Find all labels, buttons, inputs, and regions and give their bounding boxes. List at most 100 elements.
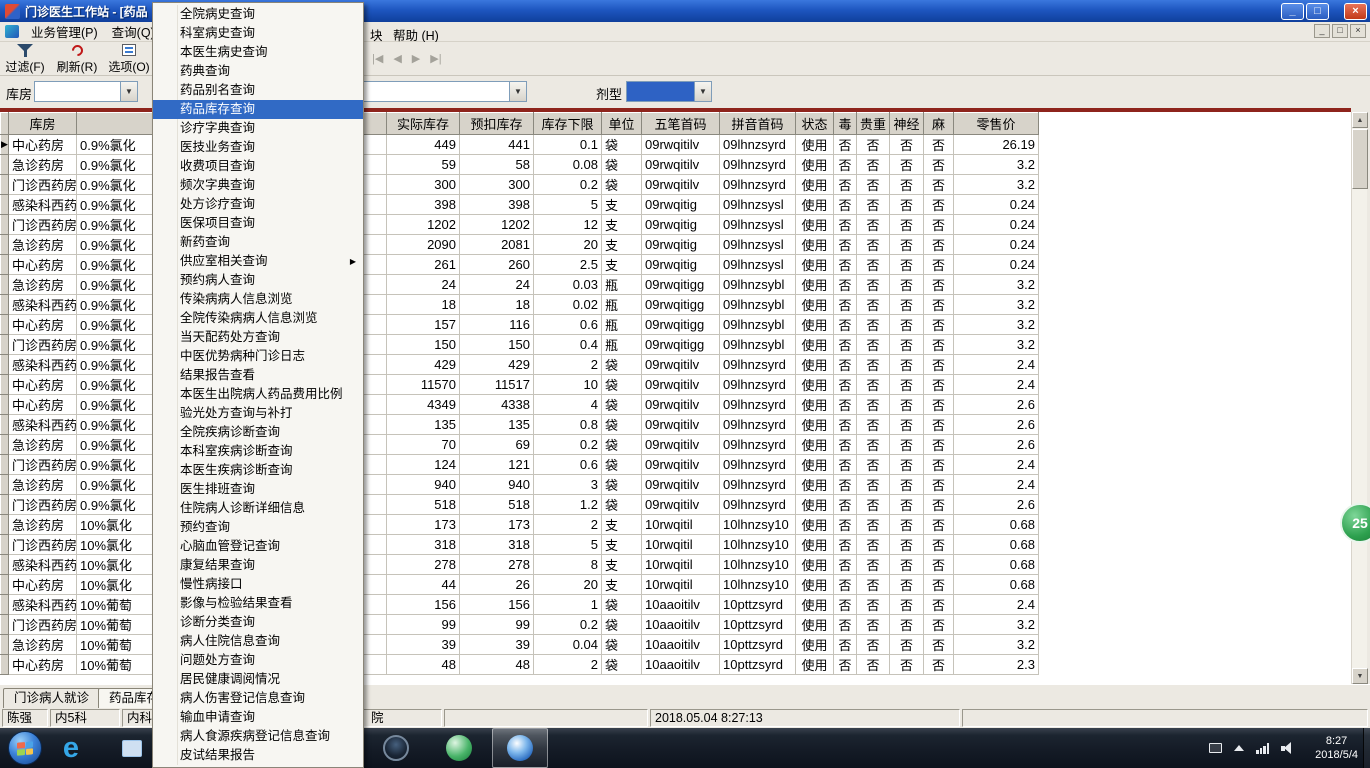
nav-last-icon[interactable]: ▶|: [430, 52, 441, 65]
scroll-up-icon[interactable]: ▲: [1352, 112, 1368, 128]
query-menu-item[interactable]: 居民健康调阅情况: [153, 670, 363, 689]
show-desktop-button[interactable]: [1363, 728, 1370, 768]
taskbar-app-button-3[interactable]: [436, 728, 482, 768]
column-header[interactable]: 贵重: [856, 112, 890, 135]
query-menu-item[interactable]: 传染病病人信息浏览: [153, 290, 363, 309]
query-menu-item[interactable]: 输血申请查询: [153, 708, 363, 727]
query-menu-item[interactable]: 医生排班查询: [153, 480, 363, 499]
mdi-minimize-button[interactable]: _: [1314, 24, 1330, 38]
column-header-blank[interactable]: [0, 112, 9, 135]
query-menu-item[interactable]: 收费项目查询: [153, 157, 363, 176]
nav-next-icon[interactable]: ▶: [412, 52, 420, 65]
query-menu-item[interactable]: 科室病史查询: [153, 24, 363, 43]
column-header[interactable]: 麻: [923, 112, 954, 135]
query-menu-item[interactable]: 供应室相关查询 ▶: [153, 252, 363, 271]
column-header[interactable]: 零售价: [953, 112, 1039, 135]
cell: 09lhnzsybl: [719, 294, 796, 315]
column-header[interactable]: 库房: [8, 112, 77, 135]
query-menu-item[interactable]: 皮试结果报告: [153, 746, 363, 765]
column-header[interactable]: 实际库存: [386, 112, 460, 135]
filter-button[interactable]: 过滤(F): [0, 43, 50, 75]
minimize-button[interactable]: _: [1281, 2, 1304, 20]
chevron-down-icon[interactable]: ▼: [694, 82, 711, 101]
nav-first-icon[interactable]: |◀: [372, 52, 383, 65]
query-menu-item[interactable]: 本医生出院病人药品费用比例: [153, 385, 363, 404]
start-button[interactable]: [8, 731, 42, 765]
query-menu-item[interactable]: 本科室疾病诊断查询: [153, 442, 363, 461]
network-icon[interactable]: [1256, 742, 1269, 754]
query-menu-item[interactable]: 处方诊疗查询: [153, 195, 363, 214]
dosage-form-combobox[interactable]: ▼: [626, 81, 712, 102]
refresh-button[interactable]: 刷新(R): [52, 42, 102, 75]
column-header[interactable]: 拼音首码: [719, 112, 796, 135]
cell: 150: [386, 334, 460, 355]
cell: 09lhnzsyrd: [719, 374, 796, 395]
query-menu-item[interactable]: 预约病人查询: [153, 271, 363, 290]
volume-icon[interactable]: [1281, 742, 1294, 754]
chevron-down-icon[interactable]: ▼: [509, 82, 526, 101]
query-menu-item[interactable]: 康复结果查询: [153, 556, 363, 575]
taskbar-app-button-active[interactable]: [492, 728, 548, 768]
query-menu-item[interactable]: 药品别名查询: [153, 81, 363, 100]
taskbar-clock[interactable]: 8:27 2018/5/4: [1315, 734, 1358, 762]
query-menu-item[interactable]: 影像与检验结果查看: [153, 594, 363, 613]
query-menu-item[interactable]: 医保项目查询: [153, 214, 363, 233]
query-menu-item[interactable]: 心脑血管登记查询: [153, 537, 363, 556]
restore-button[interactable]: □: [1306, 2, 1329, 20]
query-menu-item[interactable]: 本医生疾病诊断查询: [153, 461, 363, 480]
cell: 0.68: [953, 574, 1039, 595]
query-menu-item[interactable]: 药品库存查询: [153, 100, 363, 119]
column-header[interactable]: 状态: [795, 112, 834, 135]
query-menu-item[interactable]: 预约查询: [153, 518, 363, 537]
scrollbar-thumb[interactable]: [1352, 129, 1368, 189]
query-menu-item[interactable]: 诊断分类查询: [153, 613, 363, 632]
cell: 260: [459, 254, 534, 275]
query-menu-item[interactable]: 病人住院信息查询: [153, 632, 363, 651]
query-menu-item[interactable]: 结果报告查看: [153, 366, 363, 385]
cell: 否: [923, 434, 954, 455]
column-header[interactable]: 库存下限: [533, 112, 602, 135]
column-header[interactable]: 单位: [601, 112, 642, 135]
monitor-tray-icon[interactable]: [1209, 743, 1222, 753]
query-menu-item[interactable]: 全院病史查询: [153, 5, 363, 24]
column-header[interactable]: 五笔首码: [641, 112, 720, 135]
mdi-close-button[interactable]: ×: [1350, 24, 1366, 38]
chevron-down-icon[interactable]: ▼: [120, 82, 137, 101]
cell: 2.4: [953, 374, 1039, 395]
query-menu-item[interactable]: 慢性病接口: [153, 575, 363, 594]
cell: 1.2: [533, 494, 602, 515]
vertical-scrollbar[interactable]: ▲ ▼: [1351, 112, 1368, 684]
menu-business[interactable]: 业务管理(P): [24, 20, 105, 43]
warehouse-combobox[interactable]: ▼: [34, 81, 138, 102]
query-menu-item[interactable]: 当天配药处方查询: [153, 328, 363, 347]
taskbar-browser-button[interactable]: e: [50, 728, 92, 768]
taskbar-app-button-2[interactable]: [368, 728, 424, 768]
close-button[interactable]: ×: [1344, 2, 1367, 20]
nav-prev-icon[interactable]: ◀: [393, 52, 401, 65]
options-button[interactable]: 选项(O): [104, 43, 154, 75]
column-header[interactable]: 预扣库存: [459, 112, 534, 135]
query-menu-item[interactable]: 频次字典查询: [153, 176, 363, 195]
row-selector: [0, 334, 9, 355]
query-menu-item[interactable]: 病人食源疾病登记信息查询: [153, 727, 363, 746]
query-menu-item[interactable]: 验光处方查询与补打: [153, 404, 363, 423]
query-menu-item[interactable]: 全院疾病诊断查询: [153, 423, 363, 442]
query-menu-item[interactable]: 中医优势病种门诊日志: [153, 347, 363, 366]
tab-outpatient-visit[interactable]: 门诊病人就诊: [3, 688, 101, 708]
query-menu-item[interactable]: 住院病人诊断详细信息: [153, 499, 363, 518]
query-menu-item[interactable]: 病人伤害登记信息查询: [153, 689, 363, 708]
column-header[interactable]: 毒: [833, 112, 857, 135]
query-menu-item[interactable]: 本医生病史查询: [153, 43, 363, 62]
mdi-restore-button[interactable]: □: [1332, 24, 1348, 38]
query-menu-item[interactable]: 全院传染病病人信息浏览: [153, 309, 363, 328]
query-menu-item[interactable]: 新药查询: [153, 233, 363, 252]
scroll-down-icon[interactable]: ▼: [1352, 668, 1368, 684]
query-menu-item[interactable]: 药典查询: [153, 62, 363, 81]
hidden-icons-chevron-icon[interactable]: [1234, 745, 1244, 751]
query-menu-item[interactable]: 诊疗字典查询: [153, 119, 363, 138]
status-department: 内5科: [50, 709, 120, 727]
query-menu-item[interactable]: 医技业务查询: [153, 138, 363, 157]
query-menu-item[interactable]: 问题处方查询: [153, 651, 363, 670]
taskbar-app-button-1[interactable]: [112, 728, 152, 768]
column-header[interactable]: 神经: [889, 112, 924, 135]
